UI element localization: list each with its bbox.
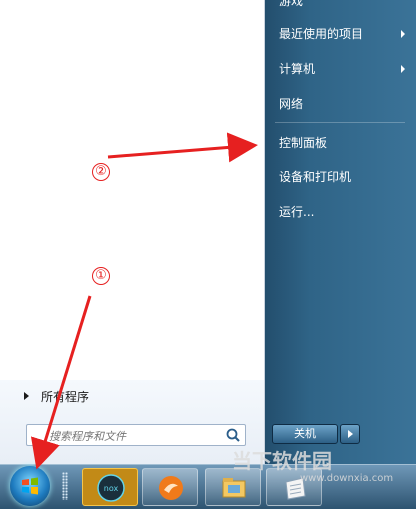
annotation-arrows: [30, 132, 258, 470]
watermark-url: www.downxia.com: [300, 473, 394, 484]
arrow-to-control-panel: [107, 132, 258, 163]
arrow-to-start-button: [30, 295, 92, 470]
annotation-marker-2: ②: [92, 163, 110, 181]
annotation-marker-1: ①: [92, 267, 110, 285]
watermark-text: 当下软件园: [232, 449, 332, 473]
